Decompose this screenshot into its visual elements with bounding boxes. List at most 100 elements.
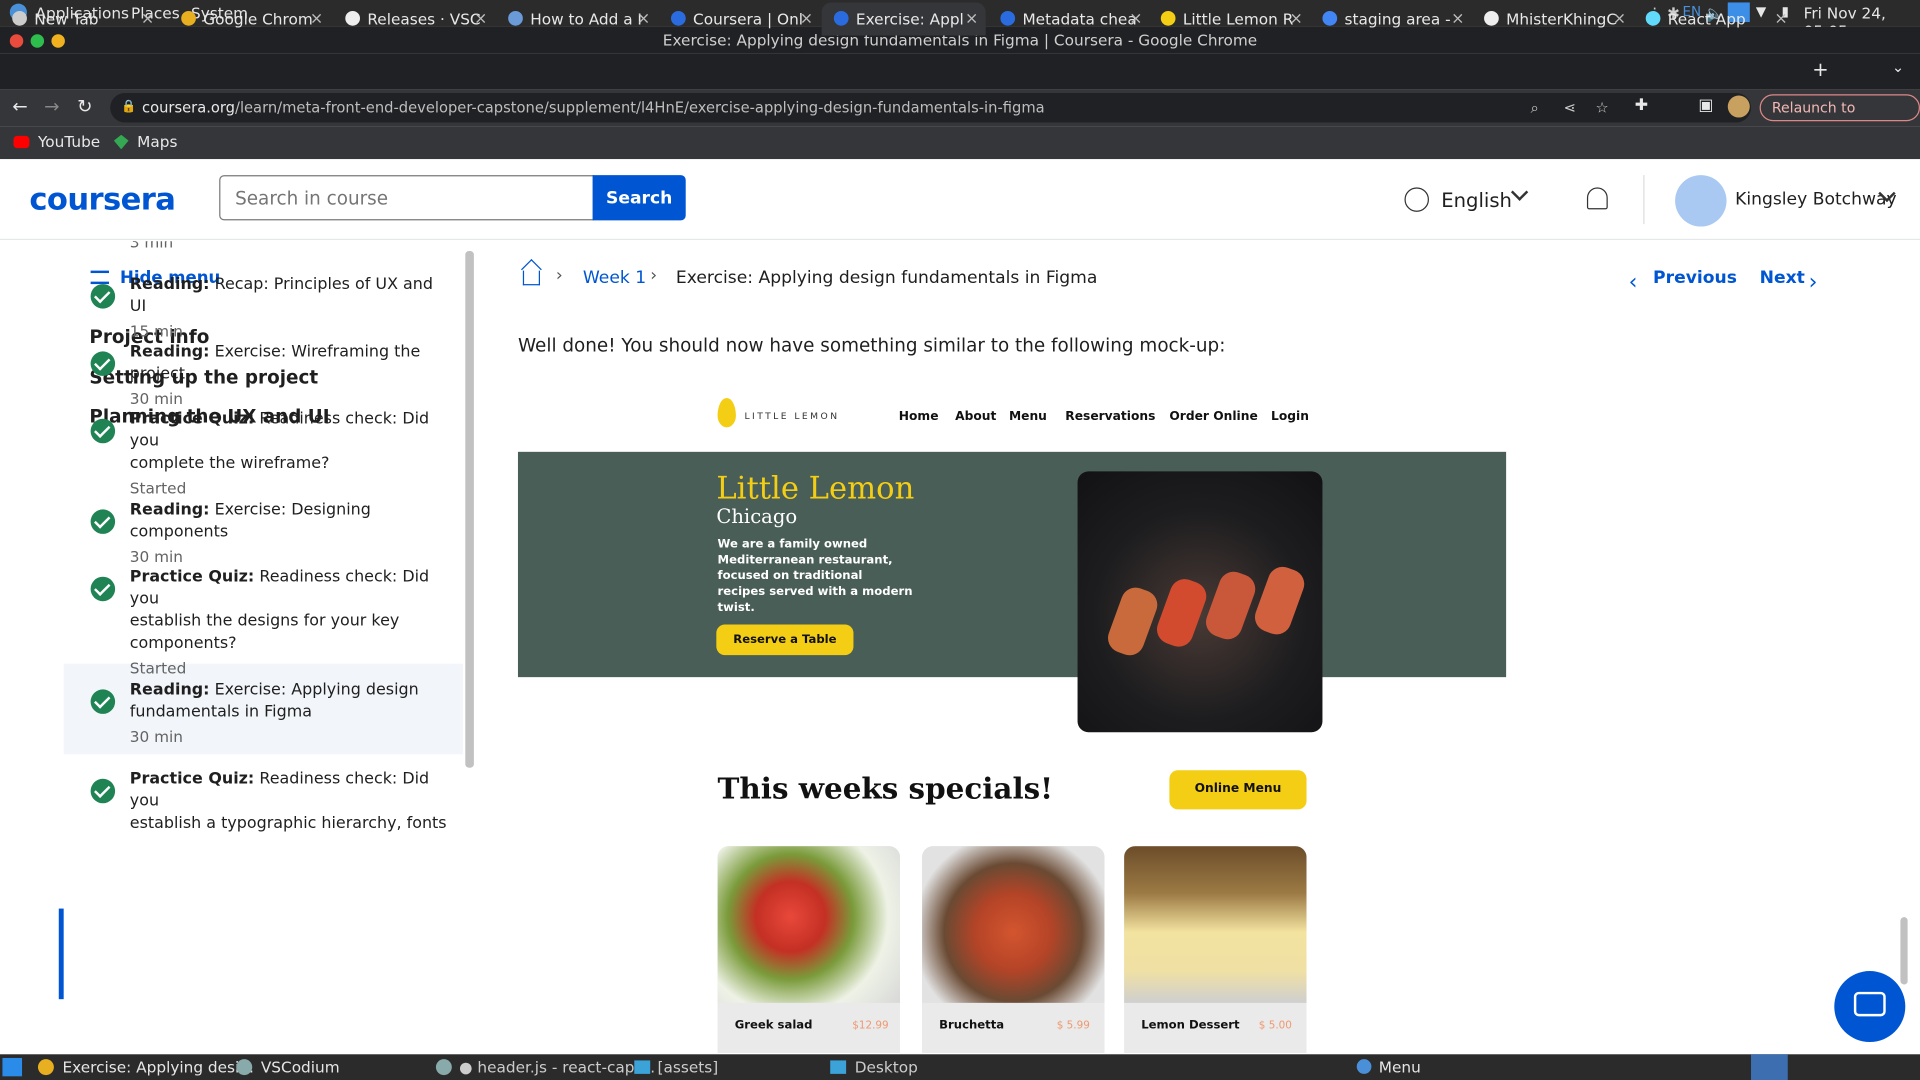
extensions-icon[interactable]: ✚ bbox=[1635, 97, 1648, 115]
sidebar-item[interactable]: Reading: Exercise: Wireframing the proje… bbox=[130, 342, 448, 411]
tab-label: Releases · VSC bbox=[367, 9, 481, 29]
tab-search-icon[interactable]: ⌄ bbox=[1892, 59, 1904, 76]
bookmark-maps[interactable]: Maps bbox=[137, 132, 177, 150]
sidebar-item[interactable]: Video: Planning the UX and UI3 min bbox=[130, 241, 448, 253]
browser-tab[interactable]: Coursera | Onl × bbox=[659, 2, 821, 35]
globe-icon[interactable] bbox=[1404, 187, 1429, 212]
sidebar-item[interactable]: Practice Quiz: Readiness check: Did you e… bbox=[130, 567, 448, 680]
browser-tab[interactable]: Releases · VSC × bbox=[333, 2, 495, 35]
tab-close-icon[interactable]: × bbox=[800, 2, 813, 35]
main-content: › Week 1 › Exercise: Applying design fun… bbox=[478, 241, 1908, 1054]
previous-button[interactable]: Previous bbox=[1653, 268, 1737, 288]
browser-tab[interactable]: New Tab × bbox=[0, 2, 162, 35]
taskbar-desktop[interactable]: Desktop bbox=[855, 1058, 918, 1076]
reload-icon[interactable]: ↻ bbox=[77, 96, 92, 118]
browser-tab[interactable]: React App × bbox=[1633, 2, 1795, 35]
breadcrumb-current: Exercise: Applying design fundamentals i… bbox=[675, 268, 1098, 288]
tab-label: Coursera | Onl bbox=[693, 9, 804, 29]
show-desktop-icon[interactable] bbox=[2, 1057, 23, 1077]
search-input[interactable] bbox=[219, 175, 594, 221]
tab-label: React App bbox=[1667, 9, 1746, 29]
tab-close-icon[interactable]: × bbox=[1451, 2, 1464, 35]
tab-close-icon[interactable]: × bbox=[474, 2, 487, 35]
close-window-button[interactable] bbox=[9, 34, 24, 48]
browser-tab[interactable]: Exercise: Appl × bbox=[821, 2, 986, 36]
taskbar-assets[interactable]: [assets] bbox=[658, 1058, 719, 1076]
browser-tab[interactable]: MhisterKhingC × bbox=[1472, 2, 1634, 35]
minimize-window-button[interactable] bbox=[30, 34, 45, 48]
next-button[interactable]: Next bbox=[1760, 268, 1805, 288]
browser-tab[interactable]: staging area - × bbox=[1310, 2, 1472, 35]
relaunch-button[interactable]: Relaunch to update bbox=[1759, 94, 1920, 141]
previous-chevron-icon[interactable]: ‹ bbox=[1629, 269, 1638, 295]
taskbar-header-js[interactable]: ● header.js - react-capt... bbox=[459, 1058, 655, 1076]
browser-tab[interactable]: How to Add a I × bbox=[496, 2, 658, 35]
tab-favicon-icon bbox=[671, 11, 686, 26]
vscodium-icon bbox=[435, 1059, 452, 1076]
item-meta: 15 min bbox=[129, 322, 184, 341]
language-selector[interactable]: English bbox=[1441, 189, 1512, 212]
sidebar-item[interactable]: Practice Quiz: Readiness check: Did you c… bbox=[130, 409, 448, 500]
bookmark-youtube[interactable]: YouTube bbox=[38, 132, 100, 150]
folder-icon bbox=[634, 1060, 651, 1074]
bell-icon[interactable] bbox=[1586, 187, 1608, 210]
item-title-line: components? bbox=[129, 634, 237, 653]
mockup-hero-text-line: We are a family owned bbox=[717, 537, 868, 552]
zoom-icon[interactable]: ⌕ bbox=[1531, 93, 1539, 122]
item-type: Practice Quiz: bbox=[129, 568, 255, 587]
browser-tab[interactable]: Metadata chea × bbox=[988, 2, 1150, 35]
sidebar-item[interactable]: Reading: Exercise: Designing components 3… bbox=[130, 500, 448, 569]
next-chevron-icon[interactable]: › bbox=[1809, 269, 1818, 295]
breadcrumb-week[interactable]: Week 1 bbox=[583, 268, 646, 288]
tab-favicon-icon bbox=[345, 11, 361, 26]
taskbar-menu[interactable]: Menu bbox=[1379, 1058, 1421, 1076]
tab-close-icon[interactable]: × bbox=[1774, 2, 1787, 35]
tab-close-icon[interactable]: × bbox=[310, 2, 323, 35]
share-icon[interactable]: ⋖ bbox=[1564, 93, 1576, 122]
coursera-logo[interactable]: coursera bbox=[29, 181, 176, 217]
sidebar-item[interactable]: Practice Quiz: Readiness check: Did you e… bbox=[130, 769, 448, 835]
maximize-window-button[interactable] bbox=[51, 34, 65, 48]
address-host: coursera.org bbox=[142, 99, 235, 117]
tab-close-icon[interactable]: × bbox=[637, 2, 650, 35]
mockup-image: LITTLE LEMON Home About Menu Reservations Or… bbox=[517, 385, 1507, 1054]
taskbar-chrome[interactable]: Exercise: Applying desi... bbox=[62, 1058, 253, 1076]
tab-close-icon[interactable]: × bbox=[1290, 2, 1303, 35]
lock-icon[interactable]: 🔒 bbox=[121, 93, 136, 122]
sidebar-item[interactable]: Reading: Recap: Principles of UX and UI 1… bbox=[130, 274, 448, 343]
back-icon[interactable]: ← bbox=[12, 96, 27, 118]
mockup-food-photo bbox=[717, 846, 901, 1003]
os-taskbar: Exercise: Applying desi... VSCodium ● he… bbox=[0, 1054, 1920, 1080]
profile-avatar[interactable] bbox=[1727, 95, 1750, 118]
list-icon[interactable] bbox=[90, 270, 109, 285]
sidebar-scrollbar[interactable] bbox=[465, 251, 474, 768]
browser-tab[interactable]: Google Chrom × bbox=[169, 2, 331, 35]
browser-tab[interactable]: Little Lemon R × bbox=[1149, 2, 1311, 35]
completed-check-icon bbox=[90, 689, 116, 714]
user-avatar[interactable] bbox=[1675, 175, 1727, 227]
tab-close-icon[interactable]: × bbox=[965, 2, 978, 35]
mockup-card-price: $ 5.00 bbox=[1258, 1020, 1292, 1033]
tab-close-icon[interactable]: × bbox=[1129, 2, 1142, 35]
item-meta: 30 min bbox=[129, 547, 184, 566]
item-type: Reading: bbox=[129, 275, 210, 294]
taskbar-vscodium[interactable]: VSCodium bbox=[261, 1058, 340, 1076]
header-divider bbox=[1643, 175, 1645, 225]
user-name[interactable]: Kingsley Botchway bbox=[1735, 190, 1897, 210]
new-tab-button[interactable]: + bbox=[1812, 58, 1828, 81]
chat-icon[interactable] bbox=[1853, 991, 1886, 1017]
tab-close-icon[interactable]: × bbox=[1613, 2, 1626, 35]
sidebar-item[interactable]: Reading: Exercise: Applying design fundam… bbox=[130, 680, 448, 749]
bookmark-star-icon[interactable]: ☆ bbox=[1596, 93, 1609, 122]
completed-check-icon bbox=[90, 509, 116, 534]
address-bar[interactable]: 🔒 coursera.org/learn/meta-front-end-deve… bbox=[110, 93, 1752, 123]
tab-close-icon[interactable]: × bbox=[141, 2, 154, 35]
sidepanel-icon[interactable]: ▣ bbox=[1698, 97, 1713, 115]
tray-chrome-icon[interactable] bbox=[1751, 1054, 1788, 1080]
mockup-hero bbox=[517, 451, 1507, 678]
content-scrollbar[interactable] bbox=[1900, 917, 1908, 985]
search-button[interactable]: Search bbox=[592, 175, 686, 221]
forward-icon[interactable]: → bbox=[44, 96, 59, 118]
breadcrumb-sep2-icon: › bbox=[650, 265, 658, 286]
tab-favicon-icon bbox=[833, 11, 849, 26]
